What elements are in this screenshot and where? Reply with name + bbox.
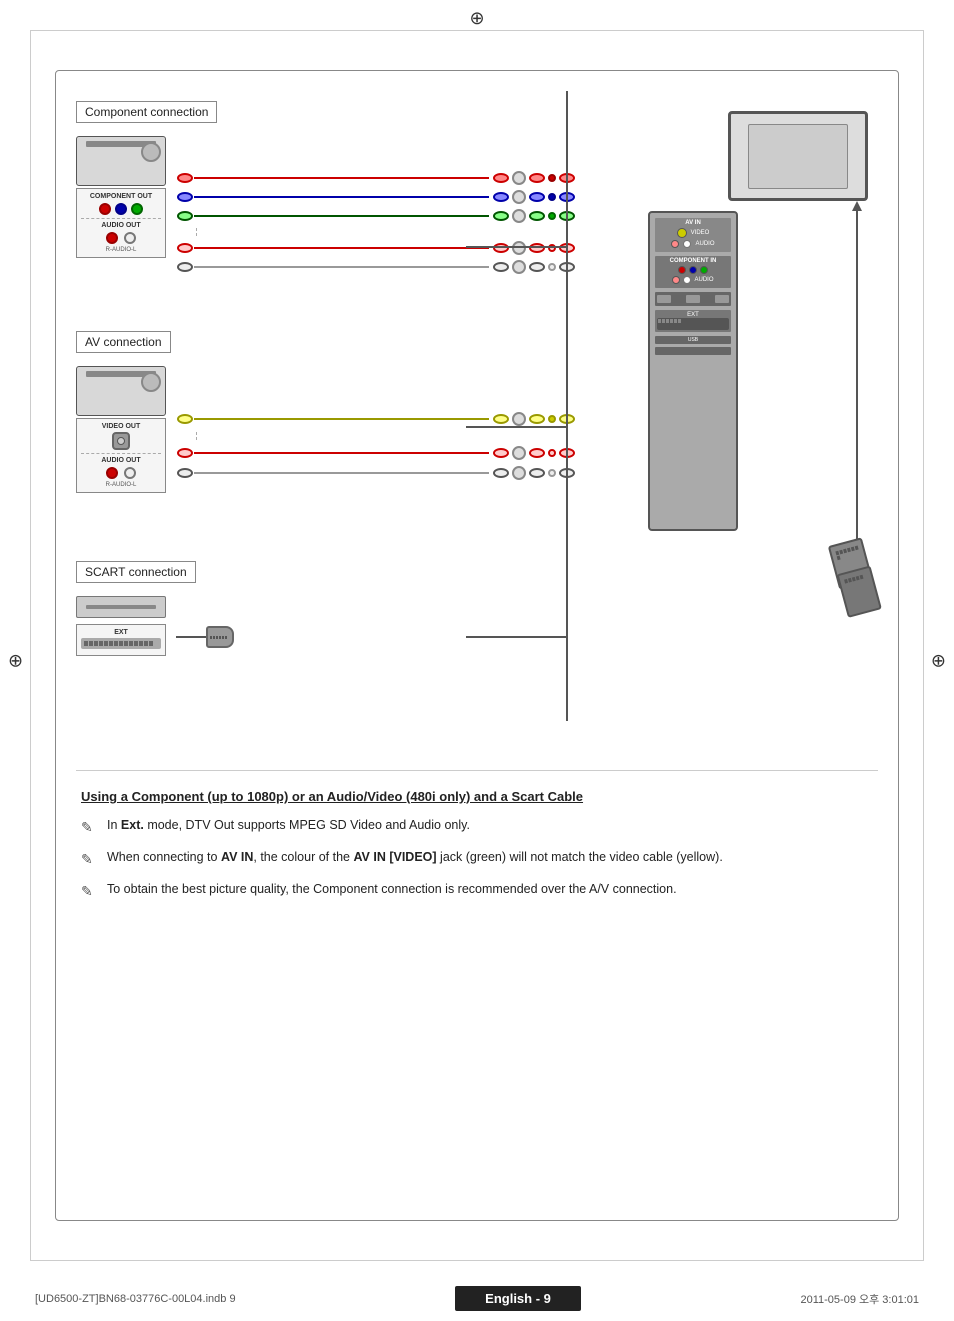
component-out-label: COMPONENT OUT <box>81 193 161 200</box>
component-section: Component connection COMPONENT OUT <box>76 101 576 279</box>
av-player-device <box>76 366 166 416</box>
scart-label: SCART connection <box>76 561 196 583</box>
right-center-crosshair: ⊕ <box>931 650 946 671</box>
border-right <box>923 30 924 1261</box>
tv-diagram: AV IN VIDEO AUDIO COMPONENT IN <box>648 111 868 461</box>
diagram-area: Component connection COMPONENT OUT <box>76 91 878 771</box>
main-content-box: Component connection COMPONENT OUT <box>55 70 899 1221</box>
note-text-3: To obtain the best picture quality, the … <box>107 880 677 899</box>
av-section: AV connection VIDEO OUT <box>76 331 576 493</box>
note-item-1: ✎ In Ext. mode, DTV Out supports MPEG SD… <box>81 816 873 838</box>
left-center-crosshair: ⊕ <box>8 650 23 671</box>
component-audio-out-label: AUDIO OUT <box>81 222 161 229</box>
footer: [UD6500-ZT]BN68-03776C-00L04.indb 9 Engl… <box>0 1286 954 1311</box>
page-number: English - 9 <box>485 1291 551 1306</box>
note-text-2: When connecting to AV IN, the colour of … <box>107 848 723 867</box>
footer-right: 2011-05-09 오후 3:01:01 <box>800 1291 919 1307</box>
footer-left: [UD6500-ZT]BN68-03776C-00L04.indb 9 <box>35 1293 236 1305</box>
page-number-box: English - 9 <box>455 1286 581 1311</box>
note-icon-3: ✎ <box>81 881 103 902</box>
av-r-audio-l: R-AUDIO-L <box>81 482 161 488</box>
av-label: AV connection <box>76 331 171 353</box>
border-left <box>30 30 31 1261</box>
border-bottom <box>30 1260 924 1261</box>
component-player-device <box>76 136 166 186</box>
note-icon-1: ✎ <box>81 817 103 838</box>
component-label: Component connection <box>76 101 217 123</box>
top-center-crosshair: ⊕ <box>469 8 484 29</box>
component-r-audio-l: R-AUDIO-L <box>81 247 161 253</box>
av-video-out-label: VIDEO OUT <box>81 423 161 430</box>
text-section: Using a Component (up to 1080p) or an Au… <box>76 789 878 902</box>
notes-title: Using a Component (up to 1080p) or an Au… <box>81 789 873 804</box>
scart-ext-label: EXT <box>81 629 161 636</box>
note-item-3: ✎ To obtain the best picture quality, th… <box>81 880 873 902</box>
border-top <box>30 30 924 31</box>
note-icon-2: ✎ <box>81 849 103 870</box>
av-audio-out-label: AUDIO OUT <box>81 457 161 464</box>
note-text-1: In Ext. mode, DTV Out supports MPEG SD V… <box>107 816 470 835</box>
note-item-2: ✎ When connecting to AV IN, the colour o… <box>81 848 873 870</box>
scart-section: SCART connection EXT <box>76 561 576 656</box>
